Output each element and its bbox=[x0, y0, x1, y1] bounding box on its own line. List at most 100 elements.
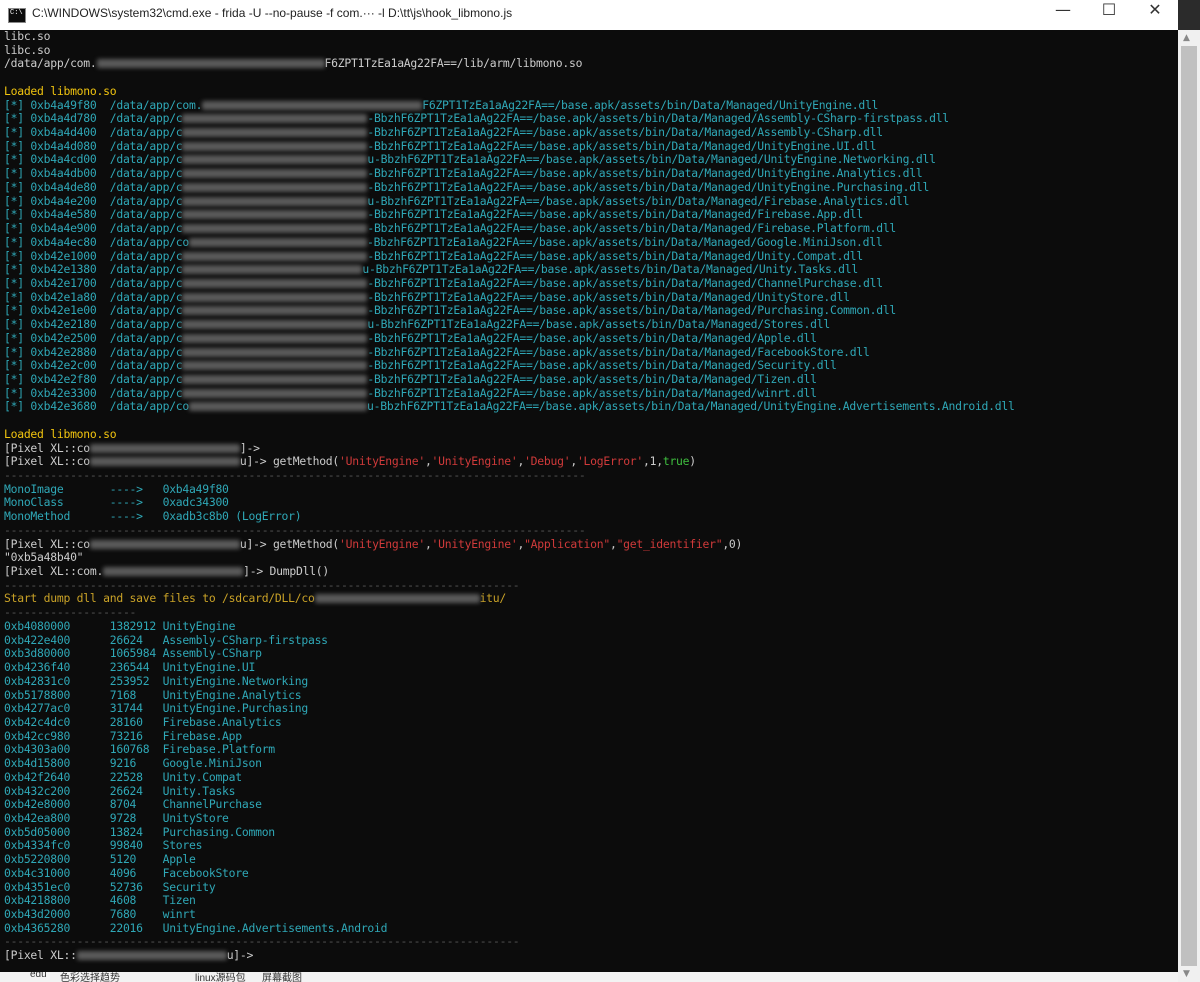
console-text: , bbox=[424, 536, 432, 551]
taskbar-item[interactable]: 色彩选择趋势 bbox=[60, 972, 120, 982]
console-line: [*] 0xb4a4d780 /data/app/c -BbzhF6ZPT1TzE… bbox=[4, 111, 1015, 126]
console-line: 0xb422e400 26624 Assembly-CSharp-firstpa… bbox=[4, 633, 1015, 648]
cmd-window: C:\WINDOWS\system32\cmd.exe - frida -U -… bbox=[0, 0, 1178, 982]
console-line: 0xb5220800 5120 Apple bbox=[4, 852, 1015, 867]
console-text: [*] 0xb42e3300 /data/app/c bbox=[4, 385, 183, 400]
taskbar-item[interactable]: linux源码包 bbox=[195, 972, 246, 982]
scroll-up-icon[interactable]: ▲ bbox=[1183, 33, 1190, 43]
console-text: [*] 0xb42e1700 /data/app/c bbox=[4, 275, 183, 290]
redacted-text bbox=[103, 567, 244, 577]
console-text: -BbzhF6ZPT1TzEa1aAg22FA==/base.apk/asset… bbox=[367, 248, 864, 263]
console-text: 0xb4334fc0 99840 Stores bbox=[4, 838, 203, 853]
maximize-button[interactable]: ☐ bbox=[1086, 0, 1132, 30]
console-text: [*] 0xb4a4e580 /data/app/c bbox=[4, 207, 183, 222]
taskbar-item[interactable]: 屏幕截图 bbox=[262, 972, 302, 982]
console-line: "0xb5a48b40" bbox=[4, 550, 1015, 565]
console-line: Start dump dll and save files to /sdcard… bbox=[4, 592, 1015, 606]
console-text: -BbzhF6ZPT1TzEa1aAg22FA==/base.apk/asset… bbox=[367, 221, 897, 236]
console-line: 0xb4d15800 9216 Google.MiniJson bbox=[4, 756, 1015, 771]
redacted-text bbox=[182, 278, 368, 288]
console-text: 0xb4351ec0 52736 Security bbox=[4, 879, 216, 894]
console-line: [*] 0xb42e2c00 /data/app/c -BbzhF6ZPT1TzE… bbox=[4, 358, 1015, 373]
redacted-text bbox=[182, 169, 368, 179]
console-text: [*] 0xb42e2f80 /data/app/c bbox=[4, 371, 183, 386]
close-button[interactable]: ✕ bbox=[1132, 0, 1178, 30]
scrollbar-thumb[interactable] bbox=[1181, 46, 1197, 966]
console-text: ]-> bbox=[239, 440, 260, 455]
console-line: 0xb42cc980 73216 Firebase.App bbox=[4, 729, 1015, 744]
console-text: [*] 0xb4a4e200 /data/app/c bbox=[4, 193, 183, 208]
console-text: u]-> getMethod( bbox=[239, 454, 340, 469]
console-text: 0xb42c4dc0 28160 Firebase.Analytics bbox=[4, 714, 282, 729]
console-text: 0xb5178800 7168 UnityEngine.Analytics bbox=[4, 687, 302, 702]
console-line: 0xb4236f40 236544 UnityEngine.UI bbox=[4, 660, 1015, 675]
console-line: 0xb5178800 7168 UnityEngine.Analytics bbox=[4, 687, 1015, 703]
console-text: [*] 0xb4a4d780 /data/app/c bbox=[4, 111, 183, 126]
console-text: 0xb4303a00 160768 Firebase.Platform bbox=[4, 742, 275, 757]
console-text: 0xb42831c0 253952 UnityEngine.Networking bbox=[4, 673, 308, 688]
console-line: [Pixel XL::co]-> bbox=[4, 440, 1015, 456]
console-line: 0xb4080000 1382912 UnityEngine bbox=[4, 619, 1015, 634]
console-text: 'Debug' bbox=[524, 454, 571, 469]
console-text: Start dump dll and save files to /sdcard… bbox=[4, 591, 315, 606]
console-text: /data/app/com. bbox=[4, 56, 97, 71]
console-text: [*] 0xb42e3680 /data/app/co bbox=[4, 399, 190, 414]
taskbar-item[interactable]: edu bbox=[30, 972, 47, 980]
console-line: ----------------------------------------… bbox=[4, 468, 1015, 483]
console-text: F6ZPT1TzEa1aAg22FA==/base.apk/assets/bin… bbox=[422, 97, 879, 112]
console-output[interactable]: libc.so libc.so/data/app/com. F6ZPT1TzEa1a… bbox=[0, 30, 1178, 982]
title-bar[interactable]: C:\WINDOWS\system32\cmd.exe - frida -U -… bbox=[0, 0, 1178, 31]
console-text: -BbzhF6ZPT1TzEa1aAg22FA==/base.apk/asset… bbox=[367, 111, 949, 126]
console-text: [*] 0xb42e1000 /data/app/c bbox=[4, 248, 183, 263]
console-text: 'UnityEngine' bbox=[339, 536, 425, 551]
taskbar-peek: edu 色彩选择趋势 linux源码包 屏幕截图 bbox=[0, 972, 1178, 982]
redacted-text bbox=[182, 210, 368, 220]
scroll-down-icon[interactable]: ▼ bbox=[1183, 969, 1190, 979]
console-line: [*] 0xb42e1000 /data/app/c -BbzhF6ZPT1TzE… bbox=[4, 248, 1015, 264]
console-text: 0xb5220800 5120 Apple bbox=[4, 852, 196, 867]
console-text: -BbzhF6ZPT1TzEa1aAg22FA==/base.apk/asset… bbox=[367, 138, 877, 153]
redacted-text bbox=[182, 196, 368, 206]
console-line: 0xb4c31000 4096 FacebookStore bbox=[4, 866, 1015, 881]
vertical-scrollbar[interactable]: ▲ ▼ bbox=[1178, 30, 1200, 982]
console-line: 0xb4365280 22016 UnityEngine.Advertiseme… bbox=[4, 921, 1015, 936]
redacted-text bbox=[182, 182, 368, 192]
console-text: libc.so bbox=[4, 30, 51, 43]
redacted-text bbox=[182, 292, 368, 302]
console-text: [*] 0xb4a4e900 /data/app/c bbox=[4, 221, 183, 236]
console-text: u-BbzhF6ZPT1TzEa1aAg22FA==/base.apk/asse… bbox=[362, 262, 859, 277]
console-text: 0xb3d80000 1065984 Assembly-CSharp bbox=[4, 646, 262, 661]
console-text: [*] 0xb4a4db00 /data/app/c bbox=[4, 166, 183, 181]
console-line: [Pixel XL::co u]-> getMethod('UnityEngine… bbox=[4, 454, 1015, 469]
console-line: [*] 0xb4a4d400 /data/app/c -BbzhF6ZPT1TzE… bbox=[4, 125, 1015, 140]
console-line: [*] 0xb4a4db00 /data/app/c -BbzhF6ZPT1TzE… bbox=[4, 166, 1015, 181]
console-text: -BbzhF6ZPT1TzEa1aAg22FA==/base.apk/asset… bbox=[367, 385, 817, 400]
console-line: [*] 0xb4a49f80 /data/app/com. F6ZPT1TzEa1… bbox=[4, 97, 1015, 113]
console-line: MonoClass ----> 0xadc34300 bbox=[4, 496, 1015, 510]
redacted-text bbox=[189, 402, 368, 412]
console-text: MonoImage ----> 0xb4a49f80 bbox=[4, 481, 229, 496]
console-line: Loaded libmono.so bbox=[4, 427, 1015, 442]
redacted-text bbox=[182, 155, 368, 165]
console-text: -BbzhF6ZPT1TzEa1aAg22FA==/base.apk/asset… bbox=[367, 371, 817, 386]
console-line: 0xb5d05000 13824 Purchasing.Common bbox=[4, 825, 1015, 840]
console-text: "0xb5a48b40" bbox=[4, 550, 84, 565]
console-text: u]-> bbox=[226, 948, 254, 963]
console-line: 0xb42e8000 8704 ChannelPurchase bbox=[4, 797, 1015, 812]
console-text: "get_identifier" bbox=[616, 536, 723, 551]
console-text: [*] 0xb4a4de80 /data/app/c bbox=[4, 179, 183, 194]
console-text: u]-> getMethod( bbox=[239, 536, 340, 551]
console-line: [*] 0xb4a4de80 /data/app/c -BbzhF6ZPT1TzE… bbox=[4, 179, 1015, 195]
console-text: [*] 0xb4a4d400 /data/app/c bbox=[4, 125, 183, 140]
console-text: true bbox=[662, 454, 690, 469]
console-text: [Pixel XL::co bbox=[4, 536, 90, 551]
console-text: 0xb42e8000 8704 ChannelPurchase bbox=[4, 797, 262, 812]
console-text: ----------------------------------------… bbox=[4, 577, 520, 592]
console-line: 0xb3d80000 1065984 Assembly-CSharp bbox=[4, 646, 1015, 661]
console-text: 'LogError' bbox=[576, 454, 644, 469]
console-text: MonoMethod ----> 0xadb3c8b0 (LogError) bbox=[4, 509, 302, 524]
console-text: -BbzhF6ZPT1TzEa1aAg22FA==/base.apk/asset… bbox=[367, 166, 923, 181]
console-text: -BbzhF6ZPT1TzEa1aAg22FA==/base.apk/asset… bbox=[367, 289, 850, 304]
redacted-text bbox=[182, 374, 368, 384]
minimize-button[interactable]: — bbox=[1040, 0, 1086, 30]
